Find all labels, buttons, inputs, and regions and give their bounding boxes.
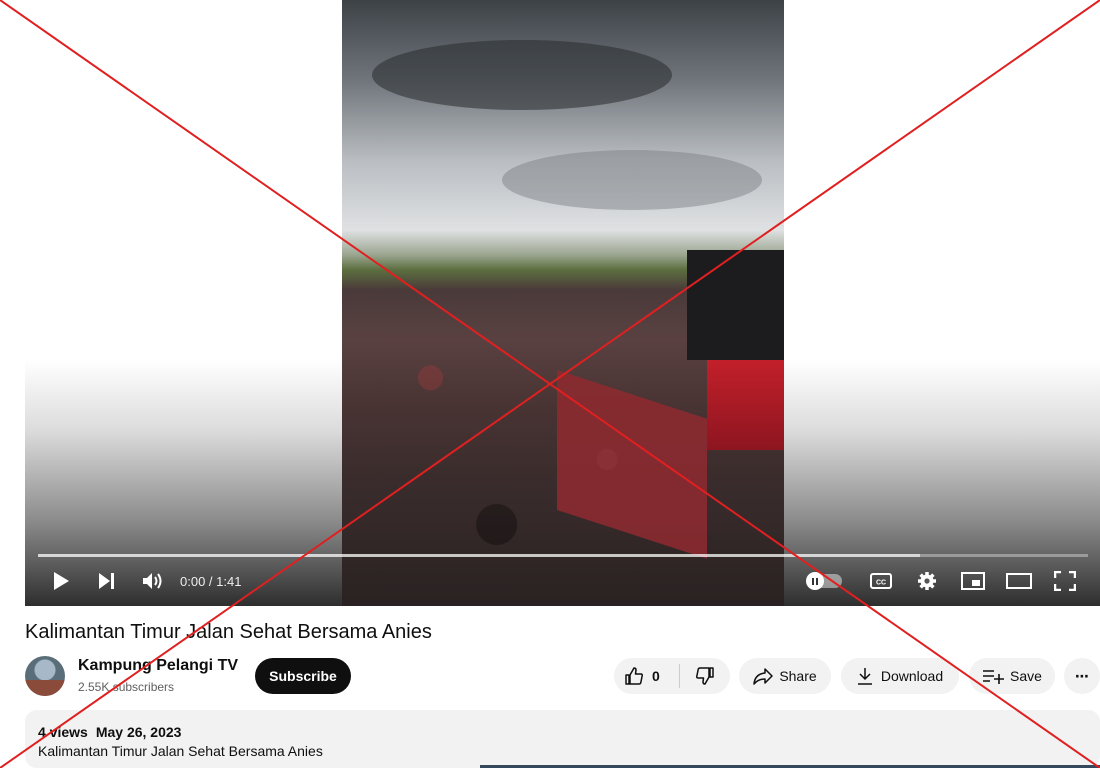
play-icon (54, 572, 69, 590)
like-dislike-group: 0 (614, 658, 730, 694)
description-text: Kalimantan Timur Jalan Sehat Bersama Ani… (38, 743, 323, 759)
share-label: Share (779, 668, 817, 684)
download-button[interactable]: Download (841, 658, 959, 694)
progress-bar[interactable] (38, 554, 1088, 557)
share-button[interactable]: Share (739, 658, 831, 694)
download-label: Download (880, 668, 944, 684)
volume-icon (143, 573, 162, 589)
share-icon (753, 668, 774, 685)
more-icon: ⋯ (1075, 667, 1089, 684)
description-stats: 4 views May 26, 2023 (38, 724, 189, 740)
subscribe-button[interactable]: Subscribe (255, 658, 351, 694)
description-box[interactable]: 4 views May 26, 2023 Kalimantan Timur Jal… (25, 710, 1100, 768)
video-frame[interactable] (342, 0, 784, 606)
right-controls: CC (806, 566, 1088, 596)
video-cloud (502, 150, 762, 210)
save-button[interactable]: Save (969, 658, 1055, 694)
next-icon (99, 573, 114, 589)
fullscreen-icon (1054, 571, 1076, 591)
svg-text:CC: CC (876, 580, 886, 587)
upload-date: May 26, 2023 (95, 724, 182, 740)
captions-icon: CC (870, 573, 892, 589)
like-button[interactable]: 0 (614, 666, 679, 686)
play-button[interactable] (38, 566, 84, 596)
miniplayer-icon (961, 572, 985, 590)
like-count: 0 (652, 668, 660, 684)
view-count: 4 views (38, 724, 88, 740)
video-player[interactable]: 0:00 / 1:41 CC (25, 0, 1100, 606)
more-button[interactable]: ⋯ (1064, 658, 1100, 694)
settings-button[interactable] (904, 566, 950, 596)
autoplay-toggle-icon (806, 572, 824, 590)
volume-button[interactable] (130, 566, 176, 596)
theater-button[interactable] (996, 566, 1042, 596)
subscriber-count: 2.55K subscribers (78, 680, 175, 694)
settings-icon (918, 572, 936, 590)
video-title: Kalimantan Timur Jalan Sehat Bersama Ani… (25, 621, 432, 643)
theater-icon (1006, 573, 1032, 589)
time-display: 0:00 / 1:41 (180, 573, 242, 589)
save-icon (983, 670, 1005, 684)
progress-buffered (38, 554, 920, 557)
video-stage (687, 250, 784, 360)
autoplay-toggle[interactable] (806, 572, 842, 590)
dislike-button[interactable] (680, 666, 730, 686)
channel-name[interactable]: Kampung Pelangi TV (78, 657, 238, 675)
video-cloud (372, 40, 672, 110)
miniplayer-button[interactable] (950, 566, 996, 596)
fullscreen-button[interactable] (1042, 566, 1088, 596)
captions-button[interactable]: CC (858, 566, 904, 596)
left-controls: 0:00 / 1:41 (38, 566, 241, 596)
like-icon (625, 667, 643, 685)
video-banner (707, 360, 784, 450)
dislike-icon (696, 667, 714, 685)
next-button[interactable] (84, 566, 130, 596)
avatar[interactable] (25, 656, 65, 696)
download-icon (857, 668, 872, 685)
save-label: Save (1010, 668, 1042, 684)
